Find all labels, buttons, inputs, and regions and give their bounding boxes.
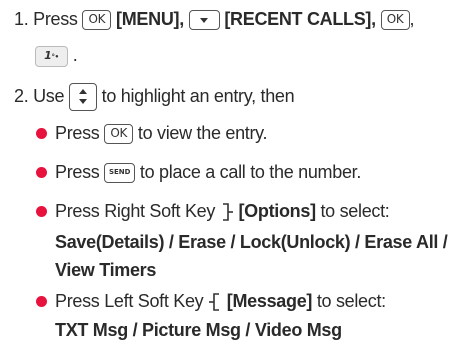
right-soft-key-icon	[222, 203, 233, 222]
bullet-item-view: Press OK to view the entry.	[55, 122, 268, 145]
bullet-pre-text: Press	[55, 162, 100, 182]
step1-menu-label: [MENU],	[116, 9, 184, 29]
message-list-line: TXT Msg / Picture Msg / Video Msg	[55, 320, 342, 340]
options-list-line-2: View Timers	[55, 260, 157, 280]
step1-line: 1. Press OK [MENU], [RECENT CALLS], OK,	[14, 9, 415, 31]
bullet-item-message: Press Left Soft Key [Message] to select:	[55, 290, 386, 312]
bullet-post-text: to view the entry.	[137, 123, 268, 143]
down-nav-key-icon	[188, 10, 220, 31]
options-label: [Options]	[238, 201, 316, 221]
bullet-dot-icon	[36, 167, 47, 178]
ok-key-icon: OK	[104, 124, 134, 145]
bullet-item-call: Press SEND to place a call to the number…	[55, 161, 362, 184]
instruction-page: 1. Press OK [MENU], [RECENT CALLS], OK, …	[0, 0, 476, 364]
step2-text: to highlight an entry, then	[101, 85, 295, 106]
ok-key-icon: OK	[380, 10, 410, 31]
step1-recent-calls-label: [RECENT CALLS],	[224, 9, 376, 29]
up-down-nav-key-icon	[68, 83, 97, 111]
one-key-icon: 1°•	[35, 45, 68, 67]
bullet-item-options: Press Right Soft Key [Options] to select…	[55, 200, 390, 222]
bullet-dot-icon	[36, 128, 47, 139]
step1-line-b: 1°• .	[35, 44, 78, 67]
options-list-line: Save(Details) / Erase / Lock(Unlock) / E…	[55, 232, 448, 252]
step2-line: 2. Use to highlight an entry, then	[14, 83, 295, 111]
bullet-pre-text: Press Left Soft Key	[55, 291, 204, 311]
bullet-dot-icon	[36, 296, 47, 307]
send-key-icon: SEND	[104, 163, 136, 184]
step1-trailing-comma: ,	[409, 9, 415, 29]
bullet-post-text: to select:	[316, 291, 386, 311]
bullet-post-text: to place a call to the number.	[139, 162, 362, 182]
bullet-post-text: to select:	[320, 201, 390, 221]
bullet-pre-text: Press Right Soft Key	[55, 201, 216, 221]
left-soft-key-icon	[209, 293, 220, 312]
bullet-dot-icon	[36, 206, 47, 217]
step1-end-period: .	[72, 45, 78, 65]
one-key-voicemail-mark: °•	[51, 52, 59, 61]
message-label: [Message]	[226, 291, 313, 311]
bullet-pre-text: Press	[55, 123, 100, 143]
ok-key-icon: OK	[82, 10, 112, 31]
step2-number: 2. Use	[14, 85, 65, 106]
step1-number: 1.	[14, 9, 29, 29]
